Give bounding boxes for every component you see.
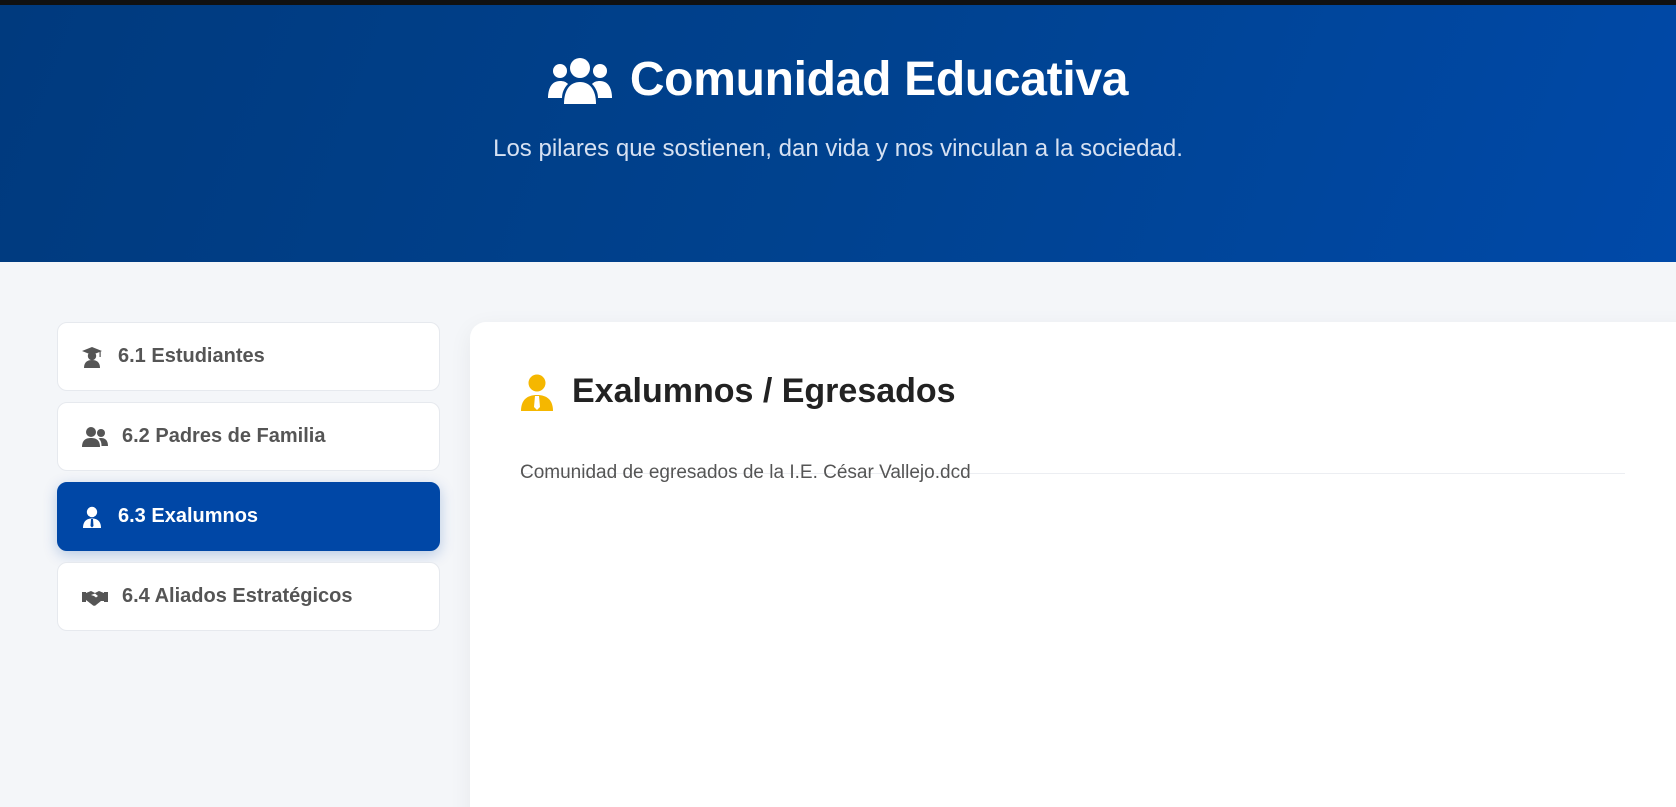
- users-icon: [82, 426, 108, 448]
- page-subtitle: Los pilares que sostienen, dan vida y no…: [493, 135, 1183, 162]
- sidebar-item-label: 6.1 Estudiantes: [118, 345, 265, 367]
- section-title: Exalumnos / Egresados: [572, 372, 956, 410]
- graduate-icon: [82, 346, 102, 368]
- section-header: Exalumnos / Egresados: [520, 372, 1625, 474]
- sidebar-item-label: 6.4 Aliados Estratégicos: [122, 585, 353, 607]
- page-title: Comunidad Educativa: [0, 52, 1676, 107]
- users-icon: [547, 57, 612, 104]
- user-tie-icon: [82, 506, 102, 528]
- sidebar-item-exalumnos[interactable]: 6.3 Exalumnos: [57, 482, 440, 551]
- sidebar-item-label: 6.3 Exalumnos: [118, 505, 259, 527]
- sidebar-item-estudiantes[interactable]: 6.1 Estudiantes: [57, 322, 440, 391]
- section-description: Comunidad de egresados de la I.E. César …: [520, 462, 971, 483]
- hero-banner: Comunidad Educativa Los pilares que sost…: [0, 5, 1676, 262]
- sidebar-nav: 6.1 Estudiantes 6.2 Padres de Familia 6.…: [57, 322, 440, 642]
- sidebar-item-padres[interactable]: 6.2 Padres de Familia: [57, 402, 440, 471]
- user-tie-icon: [521, 374, 553, 411]
- content-panel: Exalumnos / Egresados Comunidad de egres…: [470, 322, 1676, 807]
- handshake-icon: [82, 586, 108, 608]
- sidebar-item-aliados[interactable]: 6.4 Aliados Estratégicos: [57, 562, 440, 631]
- sidebar-item-label: 6.2 Padres de Familia: [122, 425, 326, 447]
- page-title-text: Comunidad Educativa: [629, 53, 1129, 106]
